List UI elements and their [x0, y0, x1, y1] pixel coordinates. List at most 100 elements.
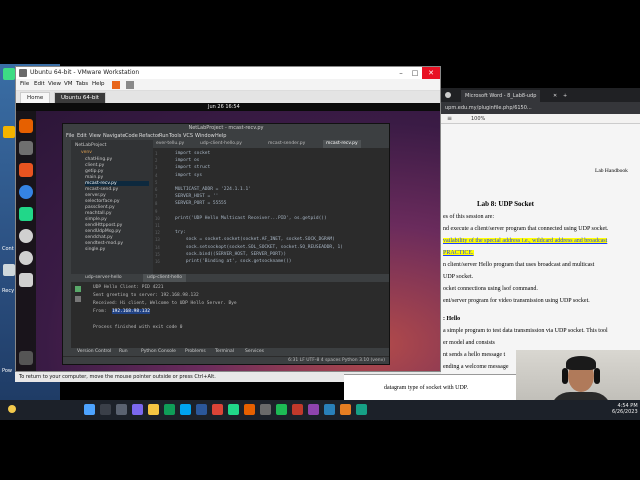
firefox-icon[interactable]: [244, 404, 255, 415]
tree-item[interactable]: selectorface.py: [85, 199, 120, 204]
pause-icon[interactable]: [112, 81, 120, 89]
show-apps-icon[interactable]: [19, 351, 33, 365]
menu-item[interactable]: Code: [125, 133, 138, 139]
doc-line: UDP socket.: [443, 274, 474, 280]
run-console[interactable]: UDP Hello Client: PID 4221 Sent greeting…: [71, 282, 389, 348]
app-icon[interactable]: [340, 404, 351, 415]
app-icon[interactable]: [356, 404, 367, 415]
back-icon[interactable]: [445, 92, 451, 98]
clock[interactable]: Jun 26 16:54: [208, 104, 240, 110]
new-tab-icon[interactable]: +: [563, 90, 567, 102]
menu-icon[interactable]: ≡: [447, 115, 452, 122]
menu-item[interactable]: Tools: [169, 133, 181, 139]
maximize-icon[interactable]: □: [408, 67, 422, 79]
browser-tab[interactable]: Microsoft Word - 8_Lab8-udp: [461, 90, 541, 102]
word-icon[interactable]: [196, 404, 207, 415]
app-icon[interactable]: [292, 404, 303, 415]
tree-item[interactable]: venv: [81, 150, 92, 155]
menu-item[interactable]: View: [89, 133, 101, 139]
menu-vm[interactable]: VM: [64, 81, 73, 87]
tool-tab[interactable]: Version Control: [77, 349, 111, 354]
run-tab[interactable]: udp-server-hello: [81, 274, 126, 282]
desktop-app-icon[interactable]: [3, 68, 15, 80]
editor-tab[interactable]: ever-tellu.py: [153, 140, 187, 148]
tree-item[interactable]: simple.py: [85, 217, 107, 222]
vmware-icon[interactable]: [260, 404, 271, 415]
tool-tab[interactable]: Terminal: [215, 349, 234, 354]
menu-item[interactable]: Navigate: [103, 133, 125, 139]
menu-help[interactable]: Help: [92, 81, 105, 87]
app-icon[interactable]: [308, 404, 319, 415]
menu-edit[interactable]: Edit: [34, 81, 45, 87]
zoom-level[interactable]: 100%: [471, 116, 485, 122]
file-explorer-icon[interactable]: [148, 404, 159, 415]
code-editor[interactable]: 1 import socket 2 import os 3 import struct 4 i…: [153, 148, 389, 274]
weather-icon[interactable]: [8, 405, 16, 413]
tab-home[interactable]: Home: [20, 92, 51, 103]
send-ctrl-alt-del-icon[interactable]: [126, 81, 134, 89]
project-tree: NetLabProject venv chatHing.py client.py…: [71, 140, 153, 274]
editor-tab-active[interactable]: mcast-recv.py: [323, 140, 361, 148]
tree-item[interactable]: reachtall.py: [85, 211, 112, 216]
tool-tab[interactable]: Problems: [185, 349, 206, 354]
tree-item[interactable]: getip.py: [85, 169, 103, 174]
tree-item[interactable]: sendUdpMsg.py: [85, 229, 121, 234]
app-icon[interactable]: [324, 404, 335, 415]
tree-item[interactable]: single.py: [85, 247, 105, 252]
tree-item[interactable]: main.py: [85, 175, 103, 180]
editor-tab[interactable]: udp-client-hello.py: [197, 140, 245, 148]
menu-item[interactable]: Refactor: [139, 133, 160, 139]
menu-item[interactable]: Help: [215, 133, 226, 139]
edge-icon[interactable]: [164, 404, 175, 415]
taskbar-clock[interactable]: 4:54 PM 6/26/2023: [612, 403, 638, 415]
chrome-icon[interactable]: [212, 404, 223, 415]
menu-item[interactable]: VCS: [183, 133, 193, 139]
tool-tab[interactable]: Python Console: [141, 349, 176, 354]
help-icon[interactable]: [19, 185, 33, 199]
trash-icon[interactable]: [19, 273, 33, 287]
app-icon[interactable]: [276, 404, 287, 415]
tree-item-selected[interactable]: mcast-recv.py: [85, 181, 149, 186]
project-root[interactable]: NetLabProject: [75, 143, 106, 148]
search-icon[interactable]: [100, 404, 111, 415]
menu-view[interactable]: View: [48, 81, 61, 87]
tree-item[interactable]: server.py: [85, 193, 106, 198]
disc-icon[interactable]: [19, 229, 33, 243]
firefox-icon[interactable]: [19, 119, 33, 133]
close-icon[interactable]: ✕: [422, 67, 440, 79]
pycharm-icon[interactable]: [228, 404, 239, 415]
tree-item[interactable]: client.py: [85, 163, 104, 168]
tree-item[interactable]: chatHing.py: [85, 157, 112, 162]
tree-item[interactable]: sendtest-mod.py: [85, 241, 123, 246]
software-icon[interactable]: [19, 163, 33, 177]
tab-ubuntu[interactable]: Ubuntu 64-bit: [54, 92, 107, 103]
stop-icon[interactable]: [75, 296, 81, 302]
tree-item[interactable]: mcast-send.py: [85, 187, 118, 192]
tree-item[interactable]: sendchat.py: [85, 235, 113, 240]
start-icon[interactable]: [84, 404, 95, 415]
menu-tabs[interactable]: Tabs: [76, 81, 88, 87]
tool-tab[interactable]: Run: [119, 349, 128, 354]
menu-item[interactable]: File: [66, 133, 74, 139]
recycle-bin-icon[interactable]: [3, 264, 15, 276]
store-icon[interactable]: [180, 404, 191, 415]
rerun-icon[interactable]: [75, 286, 81, 292]
task-view-icon[interactable]: [116, 404, 127, 415]
editor-tab[interactable]: mcast-sender.py: [265, 140, 308, 148]
address-bar[interactable]: upm.edu.my/pluginfile.php/6150...: [441, 102, 640, 114]
run-tab-active[interactable]: udp-client-hello: [143, 274, 187, 282]
menu-item[interactable]: Run: [159, 133, 169, 139]
disc-icon[interactable]: [19, 251, 33, 265]
tree-item[interactable]: sendHttppost.py: [85, 223, 122, 228]
teams-icon[interactable]: [132, 404, 143, 415]
tree-item[interactable]: passclient.py: [85, 205, 115, 210]
files-icon[interactable]: [19, 141, 33, 155]
pycharm-icon[interactable]: [19, 207, 33, 221]
menu-item[interactable]: Edit: [77, 133, 87, 139]
tool-tab[interactable]: Services: [245, 349, 264, 354]
menu-file[interactable]: File: [20, 81, 29, 87]
minimize-icon[interactable]: –: [394, 67, 408, 79]
menu-item[interactable]: Window: [195, 133, 215, 139]
desktop-app-icon[interactable]: [3, 126, 15, 138]
close-tab-icon[interactable]: ✕: [553, 90, 557, 102]
